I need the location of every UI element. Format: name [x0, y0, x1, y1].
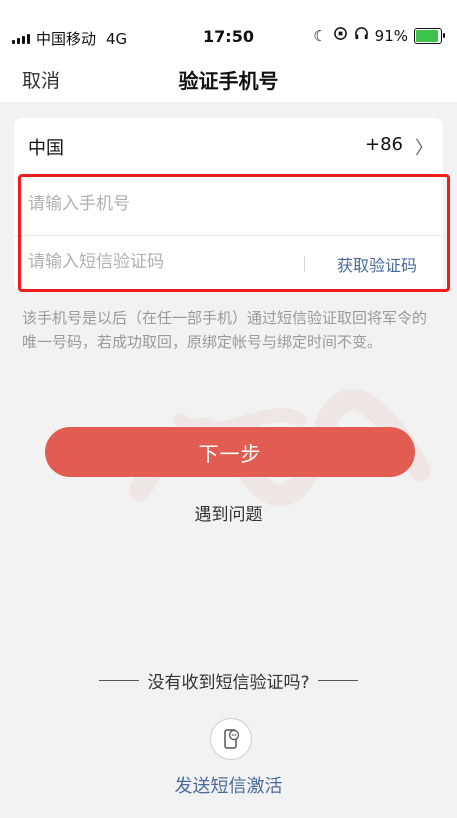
headphones-icon — [354, 26, 369, 45]
status-bar: 中国移动 4G 17:50 ☾ 91% — [0, 0, 457, 56]
phone-verification-card: 中国 +86 〉 获取验证码 — [14, 118, 443, 290]
moon-icon: ☾ — [313, 26, 327, 45]
code-row: 获取验证码 — [14, 236, 443, 290]
next-step-button[interactable]: 下一步 — [45, 427, 415, 477]
dash-right — [317, 680, 358, 681]
chevron-right-icon: 〉 — [415, 138, 433, 159]
country-name: 中国 — [28, 138, 64, 159]
battery-charging-icon — [414, 27, 445, 44]
divider — [304, 256, 305, 272]
sms-code-input[interactable] — [28, 252, 298, 272]
page-title: 验证手机号 — [178, 69, 279, 93]
get-code-button[interactable]: 获取验证码 — [337, 252, 417, 276]
phone-input[interactable] — [28, 194, 408, 214]
sms-phone-icon[interactable] — [210, 718, 252, 760]
hint-text: 该手机号是以后（在任一部手机）通过短信验证取回将军令的唯一号码，若成功取回，原绑… — [22, 309, 428, 351]
battery-percent: 91% — [374, 26, 408, 45]
no-code-text: 没有收到短信验证吗? — [147, 673, 310, 693]
send-sms-activation-link[interactable]: 发送短信激活 — [0, 772, 457, 798]
country-code: +86 — [365, 134, 403, 155]
problem-link[interactable]: 遇到问题 — [0, 500, 457, 525]
phone-row — [14, 178, 443, 236]
navigation-bar: 取消 验证手机号 — [0, 56, 457, 102]
no-code-prompt: 没有收到短信验证吗? — [0, 668, 457, 693]
orientation-lock-icon — [333, 26, 348, 45]
country-selector[interactable]: 中国 +86 〉 — [14, 118, 443, 173]
status-right: ☾ 91% — [313, 26, 445, 45]
dash-left — [99, 680, 140, 681]
